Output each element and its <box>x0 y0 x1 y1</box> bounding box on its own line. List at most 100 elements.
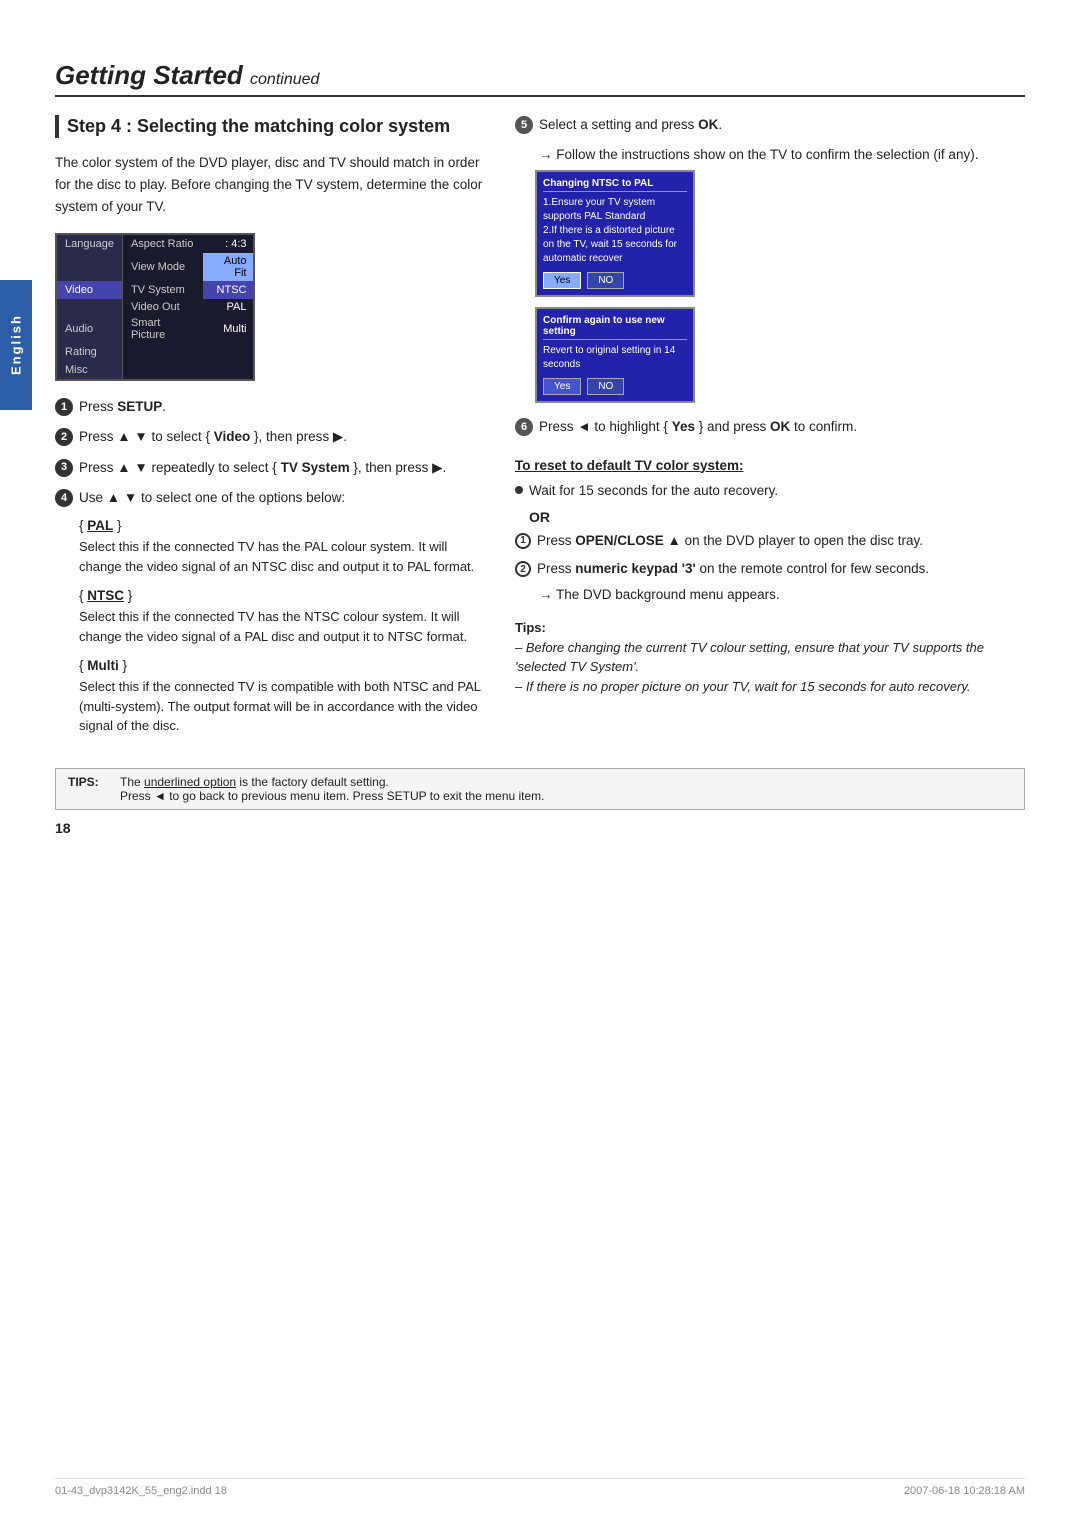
main-content: Getting Started continued Step 4 : Selec… <box>55 0 1025 836</box>
dialog1-line1: 1.Ensure your TV system supports PAL Sta… <box>543 196 687 224</box>
page-container: English Getting Started continued Step 4… <box>0 0 1080 1527</box>
english-tab-label: English <box>9 315 24 376</box>
step-item-3: 3 Press ▲ ▼ repeatedly to select { TV Sy… <box>55 458 485 478</box>
reset-arrow: → The DVD background menu appears. <box>539 587 1025 602</box>
menu-cell-empty2 <box>57 299 122 315</box>
menu-label-empty1 <box>122 343 202 361</box>
step-3-text: Press ▲ ▼ repeatedly to select { TV Syst… <box>79 458 446 478</box>
menu-cell-misc: Misc <box>57 361 122 379</box>
or-label: OR <box>529 509 1025 525</box>
menu-row: View Mode Auto Fit <box>57 253 253 281</box>
reset-wait-text: Wait for 15 seconds for the auto recover… <box>529 481 778 501</box>
dialog2-subtitle: Revert to original setting in 14 seconds <box>543 344 687 372</box>
option-multi-title: { Multi } <box>79 658 485 673</box>
two-column-layout: Step 4 : Selecting the matching color sy… <box>55 115 1025 748</box>
menu-label-aspect: Aspect Ratio <box>122 235 202 253</box>
step-5-text: Select a setting and press OK. <box>539 115 722 135</box>
dialog2-title: Confirm again to use new setting <box>543 315 687 340</box>
menu-row: Misc <box>57 361 253 379</box>
menu-label-videoout: Video Out <box>122 299 202 315</box>
menu-row: Audio Smart Picture Multi <box>57 315 253 343</box>
step-4-text: Use ▲ ▼ to select one of the options bel… <box>79 488 345 508</box>
step-6-container: 6 Press ◄ to highlight { Yes } and press… <box>515 417 1025 437</box>
menu-table: Language Aspect Ratio : 4:3 View Mode Au… <box>57 235 253 379</box>
page-footer: 01-43_dvp3142K_55_eng2.indd 18 2007-06-1… <box>55 1478 1025 1497</box>
step-circle-2: 2 <box>55 428 73 446</box>
page-title: Getting Started continued <box>55 60 1025 91</box>
dialog1-line2: 2.If there is a distorted picture on the… <box>543 224 687 266</box>
option-pal: { PAL } Select this if the connected TV … <box>79 518 485 576</box>
menu-label-smartpic: Smart Picture <box>122 315 202 343</box>
menu-value-empty1 <box>203 343 253 361</box>
menu-row: Rating <box>57 343 253 361</box>
english-tab: English <box>0 280 32 410</box>
menu-row: Video TV System NTSC <box>57 281 253 299</box>
intro-text: The color system of the DVD player, disc… <box>55 152 485 217</box>
menu-value-aspect: : 4:3 <box>203 235 253 253</box>
option-multi: { Multi } Select this if the connected T… <box>79 658 485 736</box>
menu-value-empty2 <box>203 361 253 379</box>
reset-list: Wait for 15 seconds for the auto recover… <box>515 481 1025 501</box>
bullet-dot-icon <box>515 486 523 494</box>
step-item-2: 2 Press ▲ ▼ to select { Video }, then pr… <box>55 427 485 447</box>
menu-row: Video Out PAL <box>57 299 253 315</box>
right-column: 5 Select a setting and press OK. → Follo… <box>515 115 1025 748</box>
menu-value-videoout: PAL <box>203 299 253 315</box>
step-circle-5: 5 <box>515 116 533 134</box>
reset-item-1: 1 Press OPEN/CLOSE ▲ on the DVD player t… <box>515 531 1025 551</box>
reset-circle-1: 1 <box>515 533 531 549</box>
tips-bar-text2: Press ◄ to go back to previous menu item… <box>120 789 545 803</box>
reset-step1-text: Press OPEN/CLOSE ▲ on the DVD player to … <box>537 531 923 551</box>
reset-item-2: 2 Press numeric keypad '3' on the remote… <box>515 559 1025 579</box>
menu-cell-video: Video <box>57 281 122 299</box>
menu-label-tvsystem: TV System <box>122 281 202 299</box>
step-circle-4: 4 <box>55 489 73 507</box>
reset-section: To reset to default TV color system: Wai… <box>515 458 1025 603</box>
tips-italic-section: Tips: – Before changing the current TV c… <box>515 618 1025 696</box>
option-ntsc-desc: Select this if the connected TV has the … <box>79 607 485 646</box>
dialog1-lines: 1.Ensure your TV system supports PAL Sta… <box>543 196 687 266</box>
menu-cell-audio: Audio <box>57 315 122 343</box>
step-heading: Step 4 : Selecting the matching color sy… <box>55 115 485 138</box>
step-5-arrow: → Follow the instructions show on the TV… <box>539 147 1025 162</box>
menu-row: Language Aspect Ratio : 4:3 <box>57 235 253 253</box>
dialog2-yes-button[interactable]: Yes <box>543 378 581 395</box>
option-ntsc-title: { NTSC } <box>79 588 485 603</box>
step-5-container: 5 Select a setting and press OK. <box>515 115 1025 135</box>
menu-screenshot: Language Aspect Ratio : 4:3 View Mode Au… <box>55 233 255 381</box>
left-steps-list: 1 Press SETUP. 2 Press ▲ ▼ to select { V… <box>55 397 485 508</box>
reset-title: To reset to default TV color system: <box>515 458 1025 473</box>
footer-left: 01-43_dvp3142K_55_eng2.indd 18 <box>55 1485 227 1497</box>
reset-item-dot: Wait for 15 seconds for the auto recover… <box>515 481 1025 501</box>
tips-bar-content: The underlined option is the factory def… <box>120 775 545 803</box>
step-item-1: 1 Press SETUP. <box>55 397 485 417</box>
dialog2-buttons: Yes NO <box>543 378 687 395</box>
dialog1-buttons: Yes NO <box>543 272 687 289</box>
bottom-tips-bar: TIPS: The underlined option is the facto… <box>55 768 1025 810</box>
options-container: { PAL } Select this if the connected TV … <box>79 518 485 736</box>
tips-line1: – Before changing the current TV colour … <box>515 638 1025 677</box>
dialog1-no-button[interactable]: NO <box>587 272 624 289</box>
page-number: 18 <box>55 820 1025 836</box>
menu-value-viewmode: Auto Fit <box>203 253 253 281</box>
option-pal-desc: Select this if the connected TV has the … <box>79 537 485 576</box>
option-pal-title: { PAL } <box>79 518 485 533</box>
menu-label-viewmode: View Mode <box>122 253 202 281</box>
dialog2-no-button[interactable]: NO <box>587 378 624 395</box>
tips-bar-label: TIPS: <box>68 775 108 803</box>
step-1-text: Press SETUP. <box>79 397 166 417</box>
step-circle-3: 3 <box>55 459 73 477</box>
option-ntsc: { NTSC } Select this if the connected TV… <box>79 588 485 646</box>
dialog-ntsc-pal: Changing NTSC to PAL 1.Ensure your TV sy… <box>535 170 695 297</box>
step-6-text: Press ◄ to highlight { Yes } and press O… <box>539 417 857 437</box>
tips-italic-title: Tips: <box>515 618 1025 638</box>
step-circle-1: 1 <box>55 398 73 416</box>
menu-cell-empty1 <box>57 253 122 281</box>
option-multi-desc: Select this if the connected TV is compa… <box>79 677 485 736</box>
menu-value-tvsystem: NTSC <box>203 281 253 299</box>
dialog1-yes-button[interactable]: Yes <box>543 272 581 289</box>
dialog-confirm: Confirm again to use new setting Revert … <box>535 307 695 403</box>
footer-right: 2007-06-18 10:28:18 AM <box>904 1485 1025 1497</box>
reset-list-2: 1 Press OPEN/CLOSE ▲ on the DVD player t… <box>515 531 1025 580</box>
menu-value-smartpic: Multi <box>203 315 253 343</box>
